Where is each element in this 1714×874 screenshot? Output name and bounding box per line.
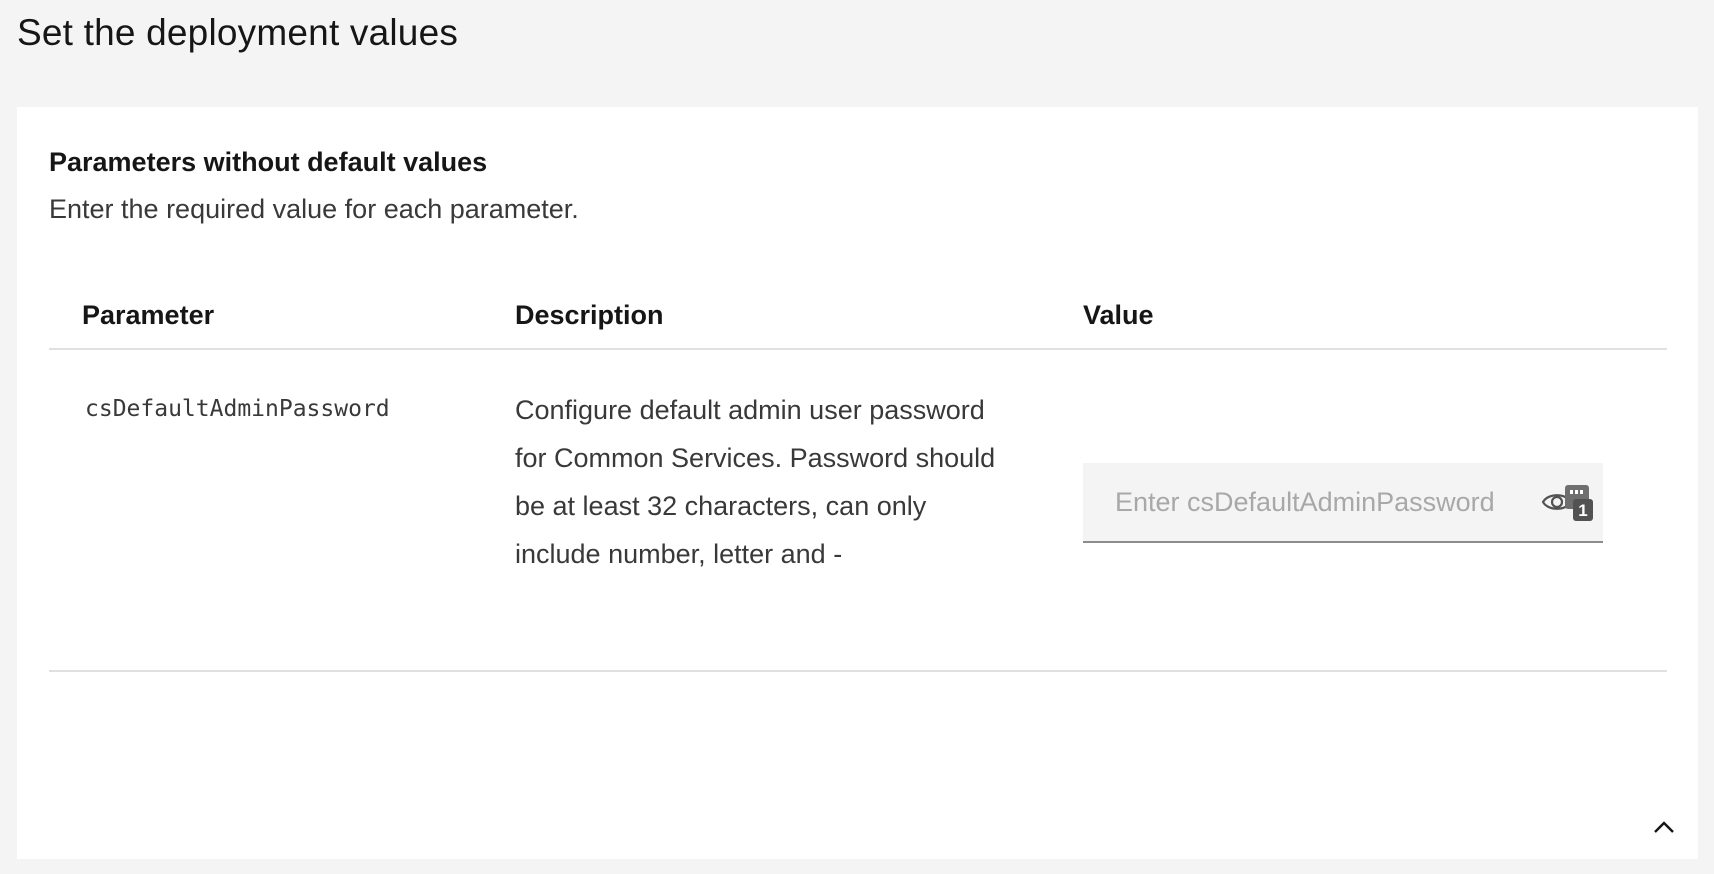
section-title: Parameters without default values xyxy=(49,147,488,177)
header-description: Description xyxy=(515,300,664,330)
table-row: csDefaultAdminPassword Configure default… xyxy=(49,350,1667,672)
parameters-table: Parameter Description Value csDefaultAdm… xyxy=(49,297,1667,672)
parameter-name: csDefaultAdminPassword xyxy=(85,396,390,422)
parameters-card: Parameters without default values Enter … xyxy=(17,107,1698,859)
section-subtitle: Enter the required value for each parame… xyxy=(49,194,579,224)
parameter-description: Configure default admin user password fo… xyxy=(515,395,996,569)
table-header: Parameter Description Value xyxy=(49,297,1667,350)
page-title: Set the deployment values xyxy=(17,12,459,53)
password-input[interactable] xyxy=(1083,463,1603,541)
chevron-up-icon[interactable] xyxy=(1650,813,1678,841)
header-parameter: Parameter xyxy=(82,300,215,330)
password-manager-badge-icon[interactable]: 1 xyxy=(1563,485,1593,521)
header-value: Value xyxy=(1083,300,1154,330)
badge-count: 1 xyxy=(1578,501,1587,520)
value-field: 1 xyxy=(1083,463,1603,543)
